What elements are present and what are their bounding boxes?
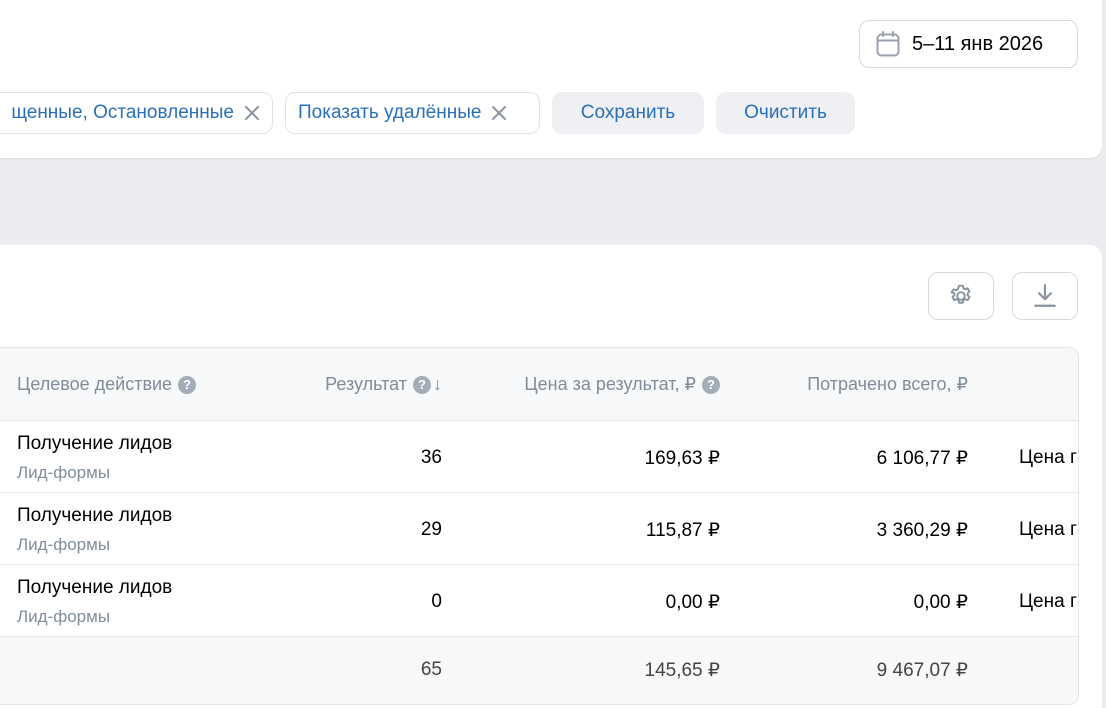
action-subtype: Лид-формы bbox=[17, 535, 111, 554]
extra-column-value: Цена г bbox=[1019, 447, 1077, 468]
close-icon[interactable] bbox=[244, 105, 260, 121]
help-icon[interactable]: ? bbox=[178, 375, 197, 394]
extra-column-value: Цена г bbox=[1019, 591, 1077, 612]
download-icon bbox=[1034, 284, 1056, 307]
gear-icon bbox=[950, 284, 971, 304]
spent-value: 0,00 ₽ bbox=[913, 592, 968, 613]
date-range-label: 5–11 янв 2026 bbox=[912, 32, 1044, 55]
save-button[interactable]: Сохранить bbox=[552, 92, 704, 134]
action-name: Получение лидов bbox=[17, 577, 173, 598]
table-row[interactable]: Получение лидов Лид-формы 36 169,63 ₽ 6 … bbox=[0, 421, 1078, 493]
price-value: 169,63 ₽ bbox=[644, 448, 720, 469]
action-name: Получение лидов bbox=[17, 505, 173, 526]
action-name: Получение лидов bbox=[17, 433, 173, 454]
table-row[interactable]: Получение лидов Лид-формы 0 0,00 ₽ 0,00 … bbox=[0, 565, 1078, 637]
show-deleted-chip[interactable]: Показать удалённые bbox=[285, 92, 540, 134]
table-totals-row: 65 145,65 ₽ 9 467,07 ₽ bbox=[0, 637, 1078, 704]
total-result: 65 bbox=[420, 659, 442, 680]
status-filter-chip[interactable]: щенные, Остановленные bbox=[0, 92, 273, 134]
help-icon[interactable]: ? bbox=[413, 375, 431, 394]
result-value: 36 bbox=[420, 447, 442, 468]
help-icon[interactable]: ? bbox=[702, 375, 720, 394]
column-header-spent[interactable]: Потрачено всего, ₽ bbox=[807, 374, 968, 395]
total-spent: 9 467,07 ₽ bbox=[876, 660, 968, 681]
statistics-table: Целевое действие? Результат? ↓ Цена за ре… bbox=[0, 347, 1079, 705]
price-value: 0,00 ₽ bbox=[665, 592, 720, 613]
total-price: 145,65 ₽ bbox=[644, 660, 720, 681]
table-settings-button[interactable] bbox=[928, 272, 994, 320]
date-range-picker[interactable]: 5–11 янв 2026 bbox=[859, 20, 1078, 68]
result-value: 0 bbox=[431, 591, 442, 612]
clear-button[interactable]: Очистить bbox=[716, 92, 855, 134]
show-deleted-label: Показать удалённые bbox=[298, 102, 482, 123]
column-header-price[interactable]: Цена за результат, ₽? bbox=[524, 374, 720, 395]
spent-value: 6 106,77 ₽ bbox=[876, 448, 968, 469]
column-header-action[interactable]: Целевое действие? bbox=[17, 374, 197, 395]
calendar-icon bbox=[876, 31, 900, 57]
price-value: 115,87 ₽ bbox=[645, 520, 720, 541]
close-icon[interactable] bbox=[491, 105, 507, 121]
status-filter-label: щенные, Остановленные bbox=[11, 102, 234, 123]
result-value: 29 bbox=[420, 519, 442, 540]
action-subtype: Лид-формы bbox=[17, 463, 111, 482]
table-row[interactable]: Получение лидов Лид-формы 29 115,87 ₽ 3 … bbox=[0, 493, 1078, 565]
download-button[interactable] bbox=[1012, 272, 1078, 320]
spent-value: 3 360,29 ₽ bbox=[876, 520, 968, 541]
extra-column-value: Цена г bbox=[1019, 519, 1077, 540]
table-header: Целевое действие? Результат? ↓ Цена за ре… bbox=[0, 348, 1078, 421]
column-header-result[interactable]: Результат? ↓ bbox=[325, 374, 442, 395]
sort-desc-icon: ↓ bbox=[433, 374, 442, 394]
action-subtype: Лид-формы bbox=[17, 607, 111, 626]
